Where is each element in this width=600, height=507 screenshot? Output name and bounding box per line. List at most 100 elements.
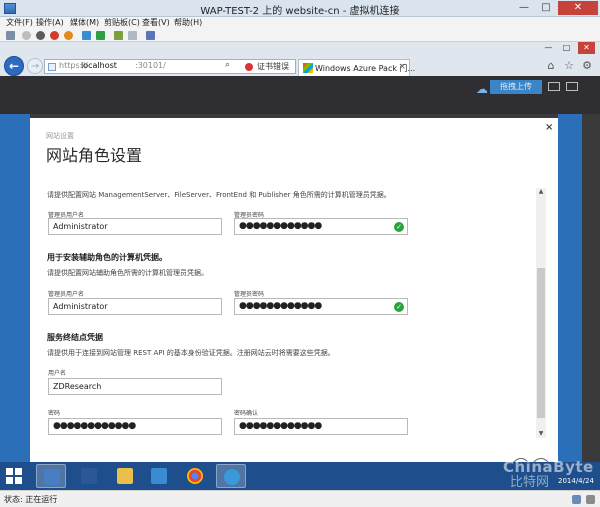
menu-media[interactable]: 媒体(M) — [70, 17, 99, 29]
clock-date: 2014/4/24 — [558, 477, 594, 485]
portal-header: ☁ 拖拽上传 — [0, 76, 600, 114]
ctrl-alt-del-icon[interactable] — [6, 31, 15, 40]
intro-text: 请提供配置网站 ManagementServer、FileServer、Fron… — [47, 191, 391, 199]
worker-username-label: 管理员用户名 — [48, 291, 85, 298]
cert-error-label[interactable]: 证书错误 — [257, 61, 289, 72]
list-view-icon[interactable] — [566, 82, 578, 91]
turn-off-icon[interactable] — [36, 31, 45, 40]
back-button[interactable]: ← — [4, 56, 24, 76]
reset-icon[interactable] — [96, 31, 105, 40]
menu-action[interactable]: 操作(A) — [36, 17, 64, 29]
address-bar[interactable]: https:// localhost :30101/ ⌕ 证书错误 — [44, 59, 296, 74]
taskbar-azure-pack[interactable] — [144, 464, 174, 488]
menu-file[interactable]: 文件(F) — [6, 17, 33, 29]
forward-button[interactable]: → — [27, 58, 43, 74]
worker-password-label: 管理员密码 — [234, 291, 265, 298]
scroll-thumb[interactable] — [537, 268, 545, 418]
form-scrollbar[interactable]: ▲ ▼ — [536, 188, 546, 438]
windows-logo-icon — [6, 477, 13, 484]
windows-logo-icon — [6, 468, 13, 475]
shutdown-icon[interactable] — [50, 31, 59, 40]
page-title: 网站角色设置 — [46, 146, 143, 165]
server-manager-icon — [44, 469, 60, 485]
save-state-icon[interactable] — [64, 31, 73, 40]
ie-minimize-button[interactable]: — — [540, 42, 557, 54]
windows-logo-icon — [15, 468, 22, 475]
favorites-icon[interactable]: ☆ — [562, 59, 576, 73]
menu-help[interactable]: 帮助(H) — [174, 17, 202, 29]
ie-maximize-button[interactable]: □ — [558, 42, 575, 54]
worker-username-field[interactable]: Administrator — [48, 298, 222, 315]
maximize-button[interactable]: □ — [536, 1, 556, 15]
endpoint-credentials-heading: 服务终结点凭据 — [47, 333, 103, 342]
endpoint-password-label: 密码 — [48, 410, 61, 417]
minimize-button[interactable]: — — [514, 1, 534, 15]
endpoint-credentials-text: 请提供用于连接到网站管理 REST API 的基本身份验证凭据。注册网站云时将需… — [47, 349, 335, 357]
browser-chrome: — □ ✕ ← → https:// localhost :30101/ ⌕ 证… — [0, 42, 600, 76]
cloud-icon — [151, 468, 167, 484]
snapshot-icon[interactable] — [114, 31, 123, 40]
upload-button[interactable]: 拖拽上传 — [490, 80, 542, 94]
start-vm-icon[interactable] — [22, 31, 31, 40]
vm-window-title: WAP-TEST-2 上的 website-cn - 虚拟机连接 — [200, 6, 400, 17]
windows-logo-icon — [15, 477, 22, 484]
vm-titlebar: WAP-TEST-2 上的 website-cn - 虚拟机连接 — □ ✕ — [0, 0, 600, 17]
tab-close-icon[interactable]: × — [398, 62, 406, 72]
browser-tab[interactable]: Windows Azure Pack 门... × — [298, 59, 415, 76]
breadcrumb: 网站设置 — [46, 132, 74, 140]
tools-icon[interactable]: ⚙ — [580, 59, 594, 73]
endpoint-confirm-field[interactable]: ●●●●●●●●●●●● — [234, 418, 408, 435]
vm-status-text: 状态: 正在运行 — [4, 495, 58, 504]
endpoint-password-field[interactable]: ●●●●●●●●●●●● — [48, 418, 222, 435]
close-button[interactable]: ✕ — [558, 1, 598, 15]
worker-password-field[interactable]: ●●●●●●●●●●●● — [234, 298, 408, 315]
url-port: :30101/ — [135, 61, 166, 70]
keyboard-icon — [572, 495, 581, 504]
pause-icon[interactable] — [82, 31, 91, 40]
chrome-icon — [187, 468, 203, 484]
portal-page: ☁ 拖拽上传 1 3 × 网站设置 网站角色设置 请提供配置网站 Managem… — [0, 76, 600, 486]
endpoint-username-field[interactable]: ZDResearch — [48, 378, 222, 395]
wizard-right-panel: 3 — [558, 114, 582, 486]
menu-clipboard[interactable]: 剪贴板(C) — [104, 17, 140, 29]
taskbar-ie[interactable] — [216, 464, 246, 488]
browser-window: — □ ✕ ← → https:// localhost :30101/ ⌕ 证… — [0, 42, 600, 486]
taskbar-powershell[interactable] — [74, 464, 104, 488]
vm-toolbar — [0, 29, 600, 42]
form-scroll-area: 请提供配置网站 ManagementServer、FileServer、Fron… — [40, 182, 552, 447]
taskbar-explorer[interactable] — [110, 464, 140, 488]
internet-explorer-icon — [224, 469, 240, 485]
taskbar-chrome[interactable] — [180, 464, 210, 488]
admin-username-field[interactable]: Administrator — [48, 218, 222, 235]
revert-icon[interactable] — [128, 31, 137, 40]
vm-menubar: 文件(F) 操作(A) 媒体(M) 剪贴板(C) 查看(V) 帮助(H) — [0, 17, 600, 29]
check-icon: ✓ — [394, 302, 404, 312]
admin-password-field[interactable]: ●●●●●●●●●●●● — [234, 218, 408, 235]
start-button[interactable] — [6, 468, 22, 484]
watermark-logo-cn: 比特网 — [510, 475, 550, 490]
endpoint-confirm-label: 密码确认 — [234, 410, 259, 417]
enhanced-session-icon[interactable] — [146, 31, 155, 40]
search-icon[interactable]: ⌕ — [225, 60, 230, 70]
windows-logo-icon — [303, 63, 313, 73]
powershell-icon — [81, 468, 97, 484]
menu-view[interactable]: 查看(V) — [142, 17, 170, 29]
home-icon[interactable]: ⌂ — [544, 59, 558, 73]
worker-credentials-text: 请提供配置网站辅助角色所需的计算机管理员凭据。 — [47, 269, 208, 277]
close-icon[interactable]: × — [545, 122, 553, 133]
check-icon: ✓ — [394, 222, 404, 232]
endpoint-username-label: 用户名 — [48, 370, 67, 377]
folder-icon — [117, 468, 133, 484]
vm-statusbar: 状态: 正在运行 — [0, 490, 600, 507]
wizard-left-panel: 1 — [0, 114, 30, 486]
scroll-down-icon[interactable]: ▼ — [536, 430, 546, 437]
tile-view-icon[interactable] — [548, 82, 560, 91]
scroll-up-icon[interactable]: ▲ — [536, 188, 546, 195]
cert-error-icon[interactable] — [245, 63, 253, 71]
worker-credentials-heading: 用于安装辅助角色的计算机凭据。 — [47, 253, 167, 262]
cloud-icon: ☁ — [476, 82, 488, 96]
wizard-dialog: × 网站设置 网站角色设置 请提供配置网站 ManagementServer、F… — [30, 118, 558, 482]
url-host: localhost — [81, 61, 117, 70]
ie-close-button[interactable]: ✕ — [578, 42, 595, 54]
taskbar-server-manager[interactable] — [36, 464, 66, 488]
